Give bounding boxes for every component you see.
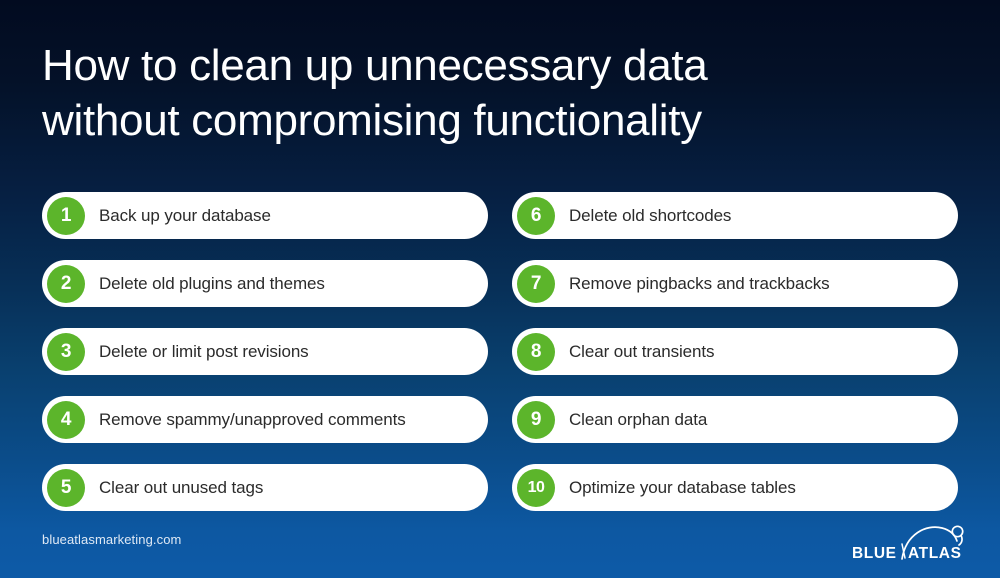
step-label: Remove spammy/unapproved comments — [99, 409, 406, 429]
step-label: Optimize your database tables — [569, 477, 796, 497]
step-number-badge: 3 — [47, 332, 85, 371]
step-label: Clear out unused tags — [99, 477, 264, 497]
infographic-canvas: How to clean up unnecessary data without… — [0, 0, 1000, 578]
step-number-badge: 10 — [517, 468, 555, 507]
page-title-line-2: without compromising functionality — [42, 96, 702, 145]
list-item: 3 Delete or limit post revisions — [42, 328, 488, 375]
step-label: Remove pingbacks and trackbacks — [569, 273, 830, 293]
page-title: How to clean up unnecessary data without… — [42, 38, 942, 148]
step-label: Delete old shortcodes — [569, 205, 732, 225]
page-title-line-1: How to clean up unnecessary data — [42, 41, 708, 90]
logo-word-atlas: ATLAS — [908, 545, 962, 562]
step-number-badge: 6 — [517, 196, 555, 235]
step-number-badge: 5 — [47, 468, 85, 507]
step-label: Clear out transients — [569, 341, 715, 361]
list-item: 1 Back up your database — [42, 192, 488, 239]
step-label: Delete or limit post revisions — [99, 341, 309, 361]
blue-atlas-logo: BLUE ATLAS — [850, 518, 974, 566]
list-item: 6 Delete old shortcodes — [512, 192, 958, 239]
steps-column-right: 6 Delete old shortcodes 7 Remove pingbac… — [512, 192, 958, 511]
steps-column-left: 1 Back up your database 2 Delete old plu… — [42, 192, 488, 511]
step-label: Clean orphan data — [569, 409, 708, 429]
list-item: 2 Delete old plugins and themes — [42, 260, 488, 307]
step-number-badge: 8 — [517, 332, 555, 371]
step-number-badge: 9 — [517, 400, 555, 439]
step-label: Back up your database — [99, 205, 271, 225]
step-number-badge: 7 — [517, 264, 555, 303]
step-label: Delete old plugins and themes — [99, 273, 325, 293]
list-item: 8 Clear out transients — [512, 328, 958, 375]
step-number-badge: 4 — [47, 400, 85, 439]
list-item: 4 Remove spammy/unapproved comments — [42, 396, 488, 443]
list-item: 7 Remove pingbacks and trackbacks — [512, 260, 958, 307]
steps-columns: 1 Back up your database 2 Delete old plu… — [42, 192, 958, 511]
website-url: blueatlasmarketing.com — [42, 532, 182, 547]
step-number-badge: 2 — [47, 264, 85, 303]
step-number-badge: 1 — [47, 196, 85, 235]
list-item: 9 Clean orphan data — [512, 396, 958, 443]
footer: blueatlasmarketing.com BLUE ATLAS — [0, 516, 1000, 578]
logo-word-blue: BLUE — [852, 545, 897, 562]
list-item: 10 Optimize your database tables — [512, 464, 958, 511]
list-item: 5 Clear out unused tags — [42, 464, 488, 511]
